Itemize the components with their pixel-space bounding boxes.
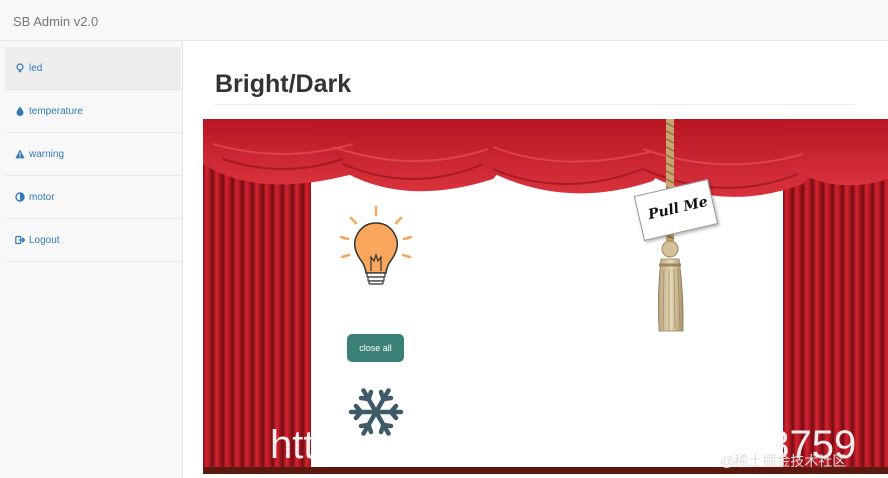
watermark-overlay: htt 68759 [270,423,856,468]
sidebar-item-label: temperature [29,106,83,117]
curtain-scene [203,119,888,474]
sidebar-item-led[interactable]: led [5,47,181,90]
sidebar-item-temperature[interactable]: temperature [5,90,181,133]
sidebar-item-label: motor [29,192,55,203]
warning-icon [15,149,25,159]
sidebar-item-label: warning [29,149,65,160]
brand-title[interactable]: SB Admin v2.0 [13,14,98,29]
sign-out-icon [15,235,25,245]
sidebar-item-logout[interactable]: Logout [5,219,181,262]
sidebar-item-label: led [29,63,43,74]
watermark-site: @稀土掘金技术社区 [720,453,847,469]
adjust-icon [15,192,25,202]
tint-icon [16,106,24,116]
top-navbar: SB Admin v2.0 [0,0,888,41]
page-title: Bright/Dark [215,70,352,98]
title-divider [215,104,855,105]
sidebar-item-label: Logout [29,235,60,246]
sidebar-item-warning[interactable]: warning [5,133,181,176]
sidebar-item-motor[interactable]: motor [5,176,181,219]
curtain-stage: Pull Me close all [203,119,888,474]
lightbulb-icon [16,63,24,73]
main-content: Bright/Dark Pull Me close all [183,41,888,478]
sidebar: led temperature warning motor Logout [0,41,183,478]
watermark-left-text: htt [270,423,315,467]
close-all-button[interactable]: close all [347,334,404,362]
pull-me-label: Pull Me [646,193,710,224]
